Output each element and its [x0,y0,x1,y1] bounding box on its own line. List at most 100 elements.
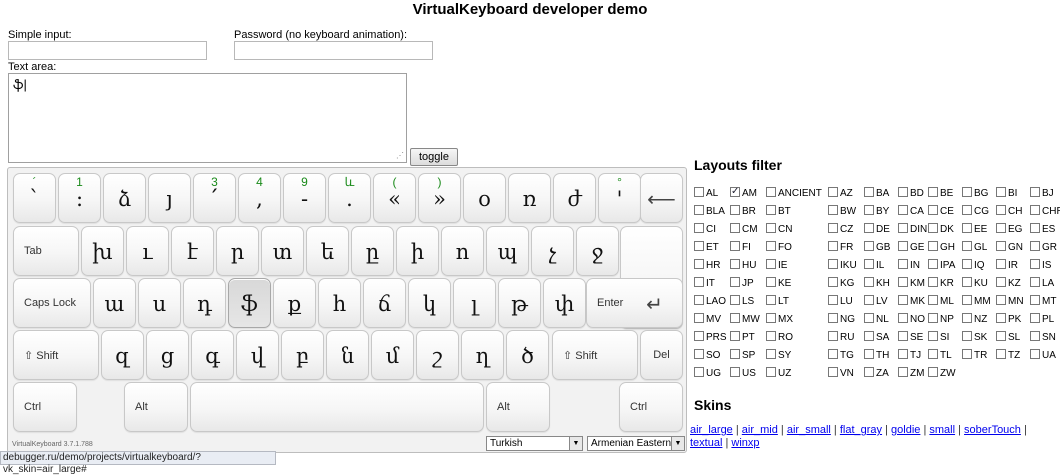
checkbox-icon[interactable] [864,241,874,251]
key-row4[interactable]: ղ [461,330,504,380]
layout-checkbox-bg[interactable]: BG [962,186,988,202]
layout-select[interactable]: Armenian Eastern ▼ [587,436,685,451]
checkbox-icon[interactable] [1030,259,1040,269]
checkbox-icon[interactable] [730,259,740,269]
checkbox-icon[interactable] [694,349,704,359]
right-ctrl-key[interactable]: Ctrl [619,382,683,432]
layout-checkbox-fi[interactable]: FI [730,240,751,256]
checkbox-icon[interactable] [730,349,740,359]
checkbox-icon[interactable] [962,187,972,197]
checkbox-icon[interactable] [766,349,776,359]
layout-checkbox-mk[interactable]: MK [898,294,925,310]
checkbox-icon[interactable] [766,277,776,287]
checkbox-icon[interactable] [898,223,908,233]
checkbox-icon[interactable] [864,205,874,215]
checkbox-icon[interactable] [898,331,908,341]
layout-checkbox-kg[interactable]: KG [828,276,854,292]
layout-checkbox-km[interactable]: KM [898,276,925,292]
skin-link-small[interactable]: small [929,424,955,436]
checkbox-icon[interactable] [828,295,838,305]
layout-checkbox-hu[interactable]: HU [730,258,756,274]
checkbox-icon[interactable] [828,259,838,269]
enter-key[interactable]: Enter ↵ [586,278,683,328]
layout-checkbox-ci[interactable]: CI [694,222,716,238]
skin-link-sobertouch[interactable]: soberTouch [964,424,1021,436]
checkbox-icon[interactable] [996,349,1006,359]
key-row1[interactable]: 4, [238,173,281,223]
layout-checkbox-br[interactable]: BR [730,204,756,220]
layout-checkbox-so[interactable]: SO [694,348,720,364]
layout-checkbox-sn[interactable]: SN [1030,330,1056,346]
layout-checkbox-bj[interactable]: BJ [1030,186,1054,202]
checkbox-icon[interactable] [828,331,838,341]
layout-checkbox-ch[interactable]: CH [996,204,1022,220]
checkbox-icon[interactable] [1030,187,1040,197]
key-row1[interactable]: և. [328,173,371,223]
key-row4[interactable]: զ [101,330,144,380]
key-row4[interactable]: վ [236,330,279,380]
checkbox-icon[interactable] [864,277,874,287]
checkbox-icon[interactable] [996,295,1006,305]
checkbox-icon[interactable] [694,295,704,305]
caps-lock-key[interactable]: Caps Lock [13,278,91,328]
layout-checkbox-kr[interactable]: KR [928,276,954,292]
key-row3[interactable]: ա [93,278,136,328]
layout-checkbox-tr[interactable]: TR [962,348,987,364]
layout-checkbox-gb[interactable]: GB [864,240,890,256]
checkbox-icon[interactable] [962,259,972,269]
checkbox-icon[interactable] [1030,349,1040,359]
layout-checkbox-bw[interactable]: BW [828,204,856,220]
layout-checkbox-no[interactable]: NO [898,312,925,328]
checkbox-icon[interactable] [898,187,908,197]
layout-checkbox-chr[interactable]: CHR [1030,204,1060,220]
layout-checkbox-et[interactable]: ET [694,240,719,256]
layout-checkbox-in[interactable]: IN [898,258,920,274]
checkbox-icon[interactable] [928,259,938,269]
layout-checkbox-din[interactable]: DIN [898,222,927,238]
key-row4[interactable]: ն [326,330,369,380]
layout-checkbox-jp[interactable]: JP [730,276,754,292]
skin-link-air-large[interactable]: air_large [690,424,733,436]
checkbox-icon[interactable] [1030,277,1040,287]
left-shift-key[interactable]: ⇧ Shift [13,330,99,380]
layout-checkbox-es[interactable]: ES [1030,222,1055,238]
layout-checkbox-bt[interactable]: BT [766,204,791,220]
layout-checkbox-sp[interactable]: SP [730,348,755,364]
layout-checkbox-eg[interactable]: EG [996,222,1022,238]
key-row3[interactable]: թ [498,278,541,328]
layout-checkbox-ee[interactable]: EE [962,222,987,238]
layout-checkbox-la[interactable]: LA [1030,276,1054,292]
layout-checkbox-gn[interactable]: GN [996,240,1023,256]
backspace-key[interactable]: ⟵ [640,173,683,223]
layout-checkbox-mw[interactable]: MW [730,312,760,328]
checkbox-icon[interactable] [694,331,704,341]
layout-checkbox-bi[interactable]: BI [996,186,1017,202]
key-row2[interactable]: չ [531,226,574,276]
checkbox-icon[interactable] [828,241,838,251]
key-row4[interactable]: բ [281,330,324,380]
checkbox-icon[interactable] [828,187,838,197]
key-row2[interactable]: ր [216,226,259,276]
layout-checkbox-ba[interactable]: BA [864,186,889,202]
checkbox-icon[interactable] [864,295,874,305]
key-row3[interactable]: լ [453,278,496,328]
layout-checkbox-mn[interactable]: MN [996,294,1024,310]
layout-checkbox-lu[interactable]: LU [828,294,853,310]
checkbox-icon[interactable] [928,187,938,197]
layout-checkbox-mt[interactable]: MT [1030,294,1056,310]
checkbox-icon[interactable] [928,223,938,233]
layout-checkbox-np[interactable]: NP [928,312,954,328]
layout-checkbox-ug[interactable]: UG [694,366,721,382]
checkbox-icon[interactable] [864,259,874,269]
left-ctrl-key[interactable]: Ctrl [13,382,77,432]
right-alt-key[interactable]: Alt [486,382,550,432]
checkbox-icon[interactable] [996,259,1006,269]
layout-checkbox-zw[interactable]: ZW [928,366,956,382]
checkbox-icon[interactable] [928,205,938,215]
checkbox-icon[interactable] [828,313,838,323]
checkbox-icon[interactable] [828,205,838,215]
layout-checkbox-zm[interactable]: ZM [898,366,924,382]
checkbox-icon[interactable] [864,349,874,359]
checkbox-icon[interactable] [730,367,740,377]
checkbox-icon[interactable] [730,331,740,341]
